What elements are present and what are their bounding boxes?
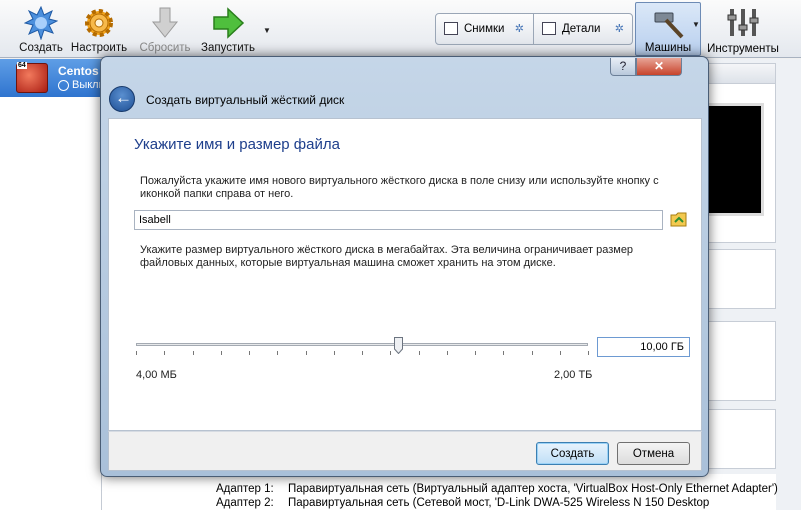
snapshots-icon (444, 22, 458, 35)
back-arrow-icon: ← (115, 88, 132, 107)
size-input[interactable] (597, 337, 690, 357)
close-button[interactable]: ✕ (636, 58, 682, 76)
hammer-icon (654, 12, 684, 39)
back-button[interactable]: ← (109, 86, 135, 112)
create-vm-label: Создать (19, 42, 63, 54)
settings-button[interactable]: Настроить (68, 4, 130, 56)
slider-tick (532, 351, 533, 355)
slider-tick (306, 351, 307, 355)
adapter-key: Адаптер 1: (216, 483, 274, 495)
adapter-value: Паравиртуальная сеть (Сетевой мост, 'D-L… (288, 497, 710, 509)
slider-tick (475, 351, 476, 355)
slider-tick (136, 351, 137, 355)
slider-tick (193, 351, 194, 355)
start-vm-label: Запустить (201, 42, 255, 54)
vm-list: 64 Centos Выключена (0, 59, 131, 510)
details-pin-icon: ✲ (614, 23, 624, 35)
slider-tick (588, 351, 589, 355)
slider-tick (334, 351, 335, 355)
create-button[interactable]: Создать (536, 442, 609, 465)
page-title: Укажите имя и размер файла (134, 136, 340, 153)
slider-tick (419, 351, 420, 355)
adapter-key: Адаптер 2: (216, 497, 274, 509)
create-virtual-disk-dialog: ? ✕ ← Создать виртуальный жёсткий диск У… (100, 56, 709, 477)
settings-label: Настроить (70, 42, 128, 54)
help-button[interactable]: ? (610, 58, 636, 76)
tab-snapshots[interactable]: Снимки ✲ (436, 14, 532, 44)
list-item: Адаптер 1: Паравиртуальная сеть (Виртуаль… (216, 483, 778, 495)
dialog-title-bar: ← Создать виртуальный жёсткий диск (109, 83, 700, 117)
slider-tick (390, 351, 391, 355)
list-item: Адаптер 2: Паравиртуальная сеть (Сетевой … (216, 497, 709, 509)
snapshots-label: Снимки (464, 23, 505, 35)
vm-preview-screen (706, 103, 764, 216)
slider-tick (221, 351, 222, 355)
snapshots-pin-icon: ✲ (514, 23, 524, 35)
slider-tick (164, 351, 165, 355)
view-segment: Снимки ✲ Детали ✲ (435, 13, 633, 45)
start-dropdown-chevron-icon[interactable]: ▼ (263, 26, 271, 35)
discard-down-arrow-icon (151, 7, 179, 38)
main-toolbar: Создать Настроить Сбросить Запустить ▼ С… (0, 0, 801, 58)
slider-tick (503, 351, 504, 355)
start-arrow-icon (213, 7, 245, 39)
size-min-label: 4,00 МБ (136, 369, 177, 381)
adapter-value: Паравиртуальная сеть (Виртуальный адапте… (288, 483, 778, 495)
size-description: Укажите размер виртуального жёсткого дис… (140, 244, 634, 269)
size-slider[interactable] (136, 343, 588, 346)
tools-button[interactable]: Инструменты (705, 2, 781, 56)
machines-dropdown-chevron-icon[interactable]: ▼ (692, 20, 700, 29)
name-description: Пожалуйста укажите имя нового виртуально… (140, 175, 659, 200)
dialog-body: Укажите имя и размер файла Пожалуйста ук… (108, 118, 702, 431)
slider-tick (447, 351, 448, 355)
discard-button[interactable]: Сбросить (134, 4, 196, 56)
slider-tick (362, 351, 363, 355)
dialog-title: Создать виртуальный жёсткий диск (146, 93, 345, 107)
size-slider-handle[interactable] (394, 337, 404, 354)
details-label: Детали (562, 23, 601, 35)
os-bitness-badge: 64 (17, 62, 27, 69)
tools-icon (727, 9, 759, 36)
list-item[interactable]: 64 Centos Выключена (0, 59, 131, 97)
create-vm-button[interactable]: Создать (10, 4, 72, 56)
discard-label: Сбросить (139, 42, 191, 54)
folder-browse-icon[interactable] (670, 211, 688, 228)
dialog-footer: Создать Отмена (108, 431, 702, 471)
create-starburst-icon (24, 6, 58, 40)
tools-label: Инструменты (707, 43, 779, 55)
slider-tick (560, 351, 561, 355)
slider-tick (277, 351, 278, 355)
machines-label: Машины (644, 42, 692, 54)
size-max-label: 2,00 ТБ (554, 369, 593, 381)
tab-details[interactable]: Детали ✲ (534, 14, 632, 44)
machines-button[interactable]: Машины (635, 2, 701, 56)
start-vm-button[interactable]: Запустить (197, 4, 259, 56)
gear-icon (85, 9, 113, 37)
slider-tick (249, 351, 250, 355)
network-adapters-list: Адаптер 1: Паравиртуальная сеть (Виртуаль… (102, 474, 778, 510)
vm-name: Centos (58, 64, 99, 78)
cancel-button[interactable]: Отмена (617, 442, 690, 465)
power-off-icon (58, 80, 69, 91)
details-icon (542, 22, 556, 35)
file-name-input[interactable] (134, 210, 663, 230)
